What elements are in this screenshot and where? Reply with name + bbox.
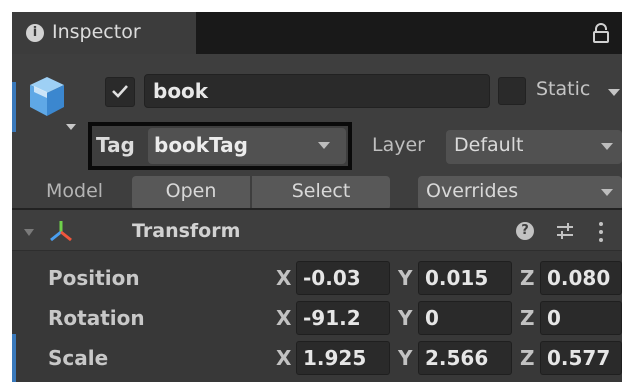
select-button-label: Select xyxy=(291,180,351,202)
tab-inspector-label: Inspector xyxy=(52,21,141,43)
presets-icon[interactable] xyxy=(555,220,575,242)
scale-z-field[interactable]: 0.577 xyxy=(540,341,622,375)
tag-dropdown-value[interactable]: bookTag xyxy=(154,132,248,158)
object-header: book Static Tag bookTag Layer Default Mo… xyxy=(12,54,622,210)
scale-y-axis-label[interactable]: Y xyxy=(398,345,412,371)
prefab-icon-caret[interactable] xyxy=(66,124,76,130)
rotation-x-axis-label[interactable]: X xyxy=(276,305,291,331)
overrides-dropdown-caret-icon xyxy=(601,189,613,196)
model-label: Model xyxy=(46,180,104,202)
open-button-label: Open xyxy=(165,180,217,202)
scale-x-field[interactable]: 1.925 xyxy=(296,341,390,375)
rotation-x-field[interactable]: -91.2 xyxy=(296,301,390,335)
overrides-dropdown-label[interactable]: Overrides xyxy=(426,180,518,202)
scale-x-axis-label[interactable]: X xyxy=(276,345,291,371)
active-checkbox[interactable] xyxy=(105,77,135,107)
context-menu-icon[interactable] xyxy=(598,221,604,243)
scale-y-field[interactable]: 2.566 xyxy=(418,341,512,375)
rotation-y-axis-label[interactable]: Y xyxy=(398,305,412,331)
static-dropdown-caret-icon[interactable] xyxy=(608,89,620,96)
layer-dropdown-caret-icon xyxy=(601,143,613,150)
position-y-field[interactable]: 0.015 xyxy=(418,261,512,295)
layer-label: Layer xyxy=(372,134,425,156)
open-button[interactable]: Open xyxy=(132,176,250,210)
info-icon: i xyxy=(26,24,44,42)
checkmark-icon xyxy=(112,85,128,98)
static-checkbox[interactable] xyxy=(498,77,526,105)
tab-inspector[interactable]: i Inspector xyxy=(12,12,196,54)
foldout-arrow-icon[interactable] xyxy=(24,229,34,236)
tag-label: Tag xyxy=(96,133,135,157)
rotation-label: Rotation xyxy=(48,306,145,330)
transform-title: Transform xyxy=(132,220,241,242)
tab-bar: i Inspector xyxy=(12,12,622,54)
scale-z-axis-label[interactable]: Z xyxy=(520,345,535,371)
scale-selection-indicator xyxy=(12,334,16,382)
transform-divider xyxy=(12,250,622,251)
position-z-axis-label[interactable]: Z xyxy=(520,265,535,291)
lock-icon[interactable] xyxy=(592,23,610,43)
object-name-input[interactable]: book xyxy=(144,74,490,108)
static-label[interactable]: Static xyxy=(536,78,590,100)
position-label: Position xyxy=(48,266,140,290)
help-icon[interactable]: ? xyxy=(516,222,534,240)
rotation-z-axis-label[interactable]: Z xyxy=(520,305,535,331)
prefab-cube-icon[interactable] xyxy=(26,74,68,120)
rotation-y-field[interactable]: 0 xyxy=(418,301,512,335)
layer-dropdown-value[interactable]: Default xyxy=(454,134,523,156)
position-z-field[interactable]: 0.080 xyxy=(540,261,622,295)
position-x-field[interactable]: -0.03 xyxy=(296,261,390,295)
selection-indicator xyxy=(12,82,16,132)
position-x-axis-label[interactable]: X xyxy=(276,265,291,291)
tag-dropdown-caret-icon xyxy=(318,142,330,149)
transform-icon xyxy=(50,221,72,242)
screenshot-root: i Inspector book Static Tag bookTag Laye… xyxy=(0,0,622,382)
scale-label: Scale xyxy=(48,346,109,370)
rotation-z-field[interactable]: 0 xyxy=(540,301,622,335)
select-button[interactable]: Select xyxy=(252,176,390,210)
inspector-window: i Inspector book Static Tag bookTag Laye… xyxy=(12,12,622,382)
position-y-axis-label[interactable]: Y xyxy=(398,265,412,291)
